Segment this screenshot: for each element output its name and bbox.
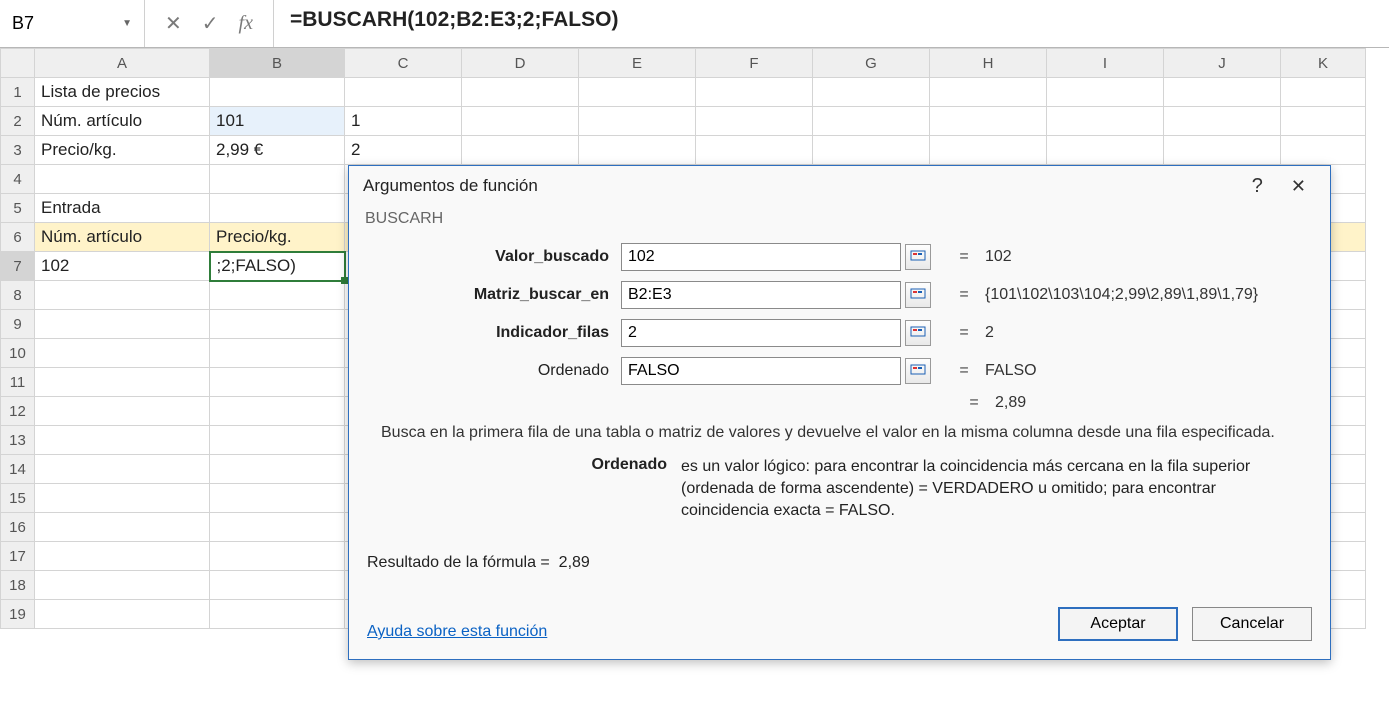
row-header-13[interactable]: 13 <box>1 426 35 455</box>
row-header-17[interactable]: 17 <box>1 542 35 571</box>
arg-label: Valor_buscado <box>379 248 621 266</box>
range-selector-icon[interactable] <box>905 320 931 346</box>
row-header-5[interactable]: 5 <box>1 194 35 223</box>
cell[interactable]: Entrada <box>35 194 210 223</box>
row-header-4[interactable]: 4 <box>1 165 35 194</box>
cell[interactable]: 1 <box>345 107 462 136</box>
cell[interactable]: Precio/kg. <box>210 223 345 252</box>
select-all-corner[interactable] <box>1 49 35 78</box>
col-header-J[interactable]: J <box>1164 49 1281 78</box>
cell[interactable] <box>35 165 210 194</box>
col-header-F[interactable]: F <box>696 49 813 78</box>
formula-input[interactable]: =BUSCARH(102;B2:E3;2;FALSO) <box>274 0 1389 47</box>
name-box[interactable]: ▼ <box>0 0 145 47</box>
help-link[interactable]: Ayuda sobre esta función <box>367 623 547 641</box>
arg-label: Indicador_filas <box>379 324 621 342</box>
arg-input-indicador-filas[interactable] <box>621 319 901 347</box>
cancel-icon[interactable]: ✕ <box>165 11 182 36</box>
help-icon[interactable]: ? <box>1234 175 1281 198</box>
arg-result: 102 <box>985 248 1300 266</box>
row-header-19[interactable]: 19 <box>1 600 35 629</box>
cell[interactable]: 2 <box>345 136 462 165</box>
row-header-16[interactable]: 16 <box>1 513 35 542</box>
close-icon[interactable]: ✕ <box>1281 176 1316 197</box>
cell[interactable]: 2,99 € <box>210 136 345 165</box>
chevron-down-icon[interactable]: ▼ <box>122 18 132 29</box>
range-selector-icon[interactable] <box>905 244 931 270</box>
range-selector-icon[interactable] <box>905 282 931 308</box>
row-header-18[interactable]: 18 <box>1 571 35 600</box>
arg-input-valor-buscado[interactable] <box>621 243 901 271</box>
formula-bar-buttons: ✕ ✓ fx <box>145 0 274 47</box>
function-arguments-dialog: Argumentos de función ? ✕ BUSCARH Valor_… <box>348 165 1331 660</box>
col-header-G[interactable]: G <box>813 49 930 78</box>
row-header-12[interactable]: 12 <box>1 397 35 426</box>
dialog-titlebar[interactable]: Argumentos de función ? ✕ <box>349 166 1330 206</box>
row-header-10[interactable]: 10 <box>1 339 35 368</box>
col-header-B[interactable]: B <box>210 49 345 78</box>
function-description: Busca en la primera fila de una tabla o … <box>365 418 1314 452</box>
row-header-1[interactable]: 1 <box>1 78 35 107</box>
arg-input-matriz[interactable] <box>621 281 901 309</box>
arg-label: Ordenado <box>379 362 621 380</box>
cell[interactable]: Lista de precios <box>35 78 210 107</box>
equals-sign: = <box>951 248 977 266</box>
col-header-E[interactable]: E <box>579 49 696 78</box>
arg-label: Matriz_buscar_en <box>379 286 621 304</box>
computed-result: 2,89 <box>995 394 1300 412</box>
cancel-button[interactable]: Cancelar <box>1192 607 1312 641</box>
formula-bar: ▼ ✕ ✓ fx =BUSCARH(102;B2:E3;2;FALSO) <box>0 0 1389 48</box>
equals-sign: = <box>951 324 977 342</box>
cell[interactable]: 102 <box>35 252 210 281</box>
arg-row: Indicador_filas = 2 <box>379 314 1300 352</box>
arg-row: Matriz_buscar_en = {101\102\103\104;2,99… <box>379 276 1300 314</box>
row-header-11[interactable]: 11 <box>1 368 35 397</box>
row-header-2[interactable]: 2 <box>1 107 35 136</box>
cell[interactable]: 101 <box>210 107 345 136</box>
arg-result: 2 <box>985 324 1300 342</box>
col-header-K[interactable]: K <box>1281 49 1366 78</box>
arguments-panel: Valor_buscado = 102 Matriz_buscar_en = {… <box>349 234 1330 390</box>
accept-button[interactable]: Aceptar <box>1058 607 1178 641</box>
param-description: Ordenado es un valor lógico: para encont… <box>365 452 1314 532</box>
accept-icon[interactable]: ✓ <box>202 11 219 36</box>
arg-row: Ordenado = FALSO <box>379 352 1300 390</box>
row-header-7[interactable]: 7 <box>1 252 35 281</box>
fx-icon[interactable]: fx <box>239 12 253 35</box>
col-header-H[interactable]: H <box>930 49 1047 78</box>
col-header-D[interactable]: D <box>462 49 579 78</box>
name-box-input[interactable] <box>12 13 112 34</box>
arg-result: FALSO <box>985 362 1300 380</box>
dialog-title: Argumentos de función <box>363 176 538 196</box>
dialog-footer: Ayuda sobre esta función Aceptar Cancela… <box>349 595 1330 659</box>
row-header-15[interactable]: 15 <box>1 484 35 513</box>
cell[interactable]: Núm. artículo <box>35 107 210 136</box>
row-header-9[interactable]: 9 <box>1 310 35 339</box>
range-selector-icon[interactable] <box>905 358 931 384</box>
arg-row: Valor_buscado = 102 <box>379 238 1300 276</box>
row-header-6[interactable]: 6 <box>1 223 35 252</box>
row-header-3[interactable]: 3 <box>1 136 35 165</box>
param-text: es un valor lógico: para encontrar la co… <box>681 456 1298 522</box>
cell[interactable]: Núm. artículo <box>35 223 210 252</box>
col-header-A[interactable]: A <box>35 49 210 78</box>
equals-sign: = <box>951 362 977 380</box>
function-name: BUSCARH <box>349 206 1330 234</box>
arg-input-ordenado[interactable] <box>621 357 901 385</box>
arg-result: {101\102\103\104;2,99\2,89\1,89\1,79} <box>985 286 1300 304</box>
cell[interactable]: Precio/kg. <box>35 136 210 165</box>
equals-sign: = <box>951 286 977 304</box>
col-header-C[interactable]: C <box>345 49 462 78</box>
formula-result: Resultado de la fórmula = 2,89 <box>365 554 1314 572</box>
row-header-8[interactable]: 8 <box>1 281 35 310</box>
equals-sign: = <box>961 394 987 412</box>
col-header-I[interactable]: I <box>1047 49 1164 78</box>
param-label: Ordenado <box>381 456 681 522</box>
active-cell[interactable]: ;2;FALSO) <box>210 252 345 281</box>
row-header-14[interactable]: 14 <box>1 455 35 484</box>
cell[interactable] <box>210 78 345 107</box>
